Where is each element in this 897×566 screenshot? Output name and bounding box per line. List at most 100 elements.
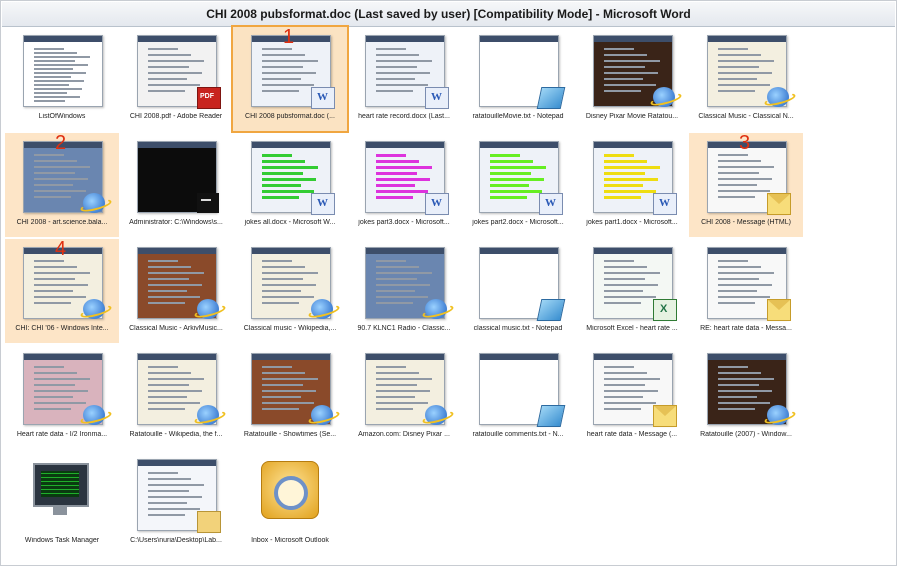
window-thumbnail-tile[interactable]: classical music.txt - Notepad — [461, 239, 575, 343]
window-preview — [23, 35, 103, 107]
window-thumbnail-tile[interactable]: C:\Users\nuria\Desktop\Lab... — [119, 451, 233, 555]
preview-line — [34, 408, 71, 410]
window-thumbnail-tile[interactable]: RE: heart rate data - Messa... — [689, 239, 803, 343]
preview-line — [34, 378, 90, 380]
window-thumbnail-tile[interactable]: jokes all.docx - Microsoft W... — [233, 133, 347, 237]
preview-line — [34, 296, 86, 298]
window-thumbnail-tile[interactable]: Classical music - Wikipedia,... — [233, 239, 347, 343]
window-thumbnail-tile[interactable]: 3 CHI 2008 - Message (HTML) — [689, 133, 803, 237]
preview-line — [148, 514, 185, 516]
window-thumbnail-tile[interactable]: 4 CHI: CHI '06 - Windows Inte... — [5, 239, 119, 343]
window-caption: Heart rate data - I/2 Ironma... — [16, 431, 108, 438]
preview-line — [376, 90, 413, 92]
preview-line — [262, 378, 318, 380]
preview-line — [148, 272, 204, 274]
preview-line — [262, 302, 299, 304]
preview-titlebar — [24, 354, 102, 360]
window-thumbnail-tile[interactable]: 1 CHI 2008 pubsformat.doc (... — [231, 25, 349, 133]
window-caption: jokes part2.docx - Microsoft... — [472, 219, 564, 226]
window-thumbnail-tile[interactable]: Windows Task Manager — [5, 451, 119, 555]
preview-titlebar — [366, 354, 444, 360]
window-thumbnail-tile[interactable]: jokes part3.docx - Microsoft... — [347, 133, 461, 237]
window-thumbnail-tile[interactable]: Classical Music - ArkivMusic... — [119, 239, 233, 343]
preview-line — [604, 378, 660, 380]
window-thumbnail-tile[interactable]: Microsoft Excel - heart rate ... — [575, 239, 689, 343]
preview-line — [604, 296, 656, 298]
preview-line — [376, 166, 432, 169]
window-thumbnail-tile[interactable]: ratatouilleMovie.txt - Notepad — [461, 27, 575, 131]
window-caption: 90.7 KLNC1 Radio - Classic... — [357, 325, 451, 332]
preview-line — [718, 66, 759, 68]
preview-titlebar — [138, 248, 216, 254]
preview-line — [718, 48, 748, 50]
window-thumbnail-tile[interactable]: CHI 2008.pdf - Adobe Reader — [119, 27, 233, 131]
preview-line — [376, 196, 413, 199]
preview-line — [148, 366, 178, 368]
window-caption: heart rate data - Message (... — [586, 431, 678, 438]
preview-titlebar — [366, 36, 444, 42]
window-thumbnail-tile[interactable]: Heart rate data - I/2 Ironma... — [5, 345, 119, 449]
preview-line — [376, 184, 415, 187]
window-title: CHI 2008 pubsformat.doc (Last saved by u… — [2, 2, 895, 27]
preview-line — [262, 408, 299, 410]
preview-line — [376, 72, 430, 74]
preview-line — [376, 266, 419, 268]
ie-icon — [83, 299, 105, 319]
ie-icon — [197, 405, 219, 425]
preview-line — [34, 396, 73, 398]
preview-line — [718, 72, 772, 74]
preview-titlebar — [24, 36, 102, 42]
preview-line — [604, 196, 641, 199]
preview-line — [718, 78, 757, 80]
window-thumbnail-tile[interactable]: Ratatouille (2007) - Window... — [689, 345, 803, 449]
preview-line — [148, 284, 202, 286]
preview-line — [718, 260, 748, 262]
window-thumbnail-tile[interactable]: heart rate data - Message (... — [575, 345, 689, 449]
window-thumbnail-tile[interactable]: 90.7 KLNC1 Radio - Classic... — [347, 239, 461, 343]
preview-line — [34, 284, 88, 286]
preview-line — [718, 284, 772, 286]
word-doc-icon — [539, 193, 563, 215]
window-caption: Classical Music - Classical N... — [698, 113, 794, 120]
preview-line — [604, 290, 643, 292]
window-caption: Windows Task Manager — [24, 537, 100, 544]
preview-line — [718, 402, 770, 404]
window-thumbnail-tile[interactable]: Classical Music - Classical N... — [689, 27, 803, 131]
folder-icon — [197, 511, 221, 533]
preview-titlebar — [594, 36, 672, 42]
window-thumbnail-tile[interactable]: Administrator: C:\Windows\s... — [119, 133, 233, 237]
preview-line — [148, 390, 202, 392]
preview-titlebar — [480, 248, 558, 254]
window-thumbnail-tile[interactable]: Disney Pixar Movie Ratatou... — [575, 27, 689, 131]
word-doc-icon — [311, 193, 335, 215]
window-caption: CHI 2008.pdf - Adobe Reader — [129, 113, 223, 120]
window-thumbnail-tile[interactable]: Amazon.com: Disney Pixar ... — [347, 345, 461, 449]
tile-number-marker: 2 — [55, 132, 67, 154]
preview-line — [34, 366, 64, 368]
window-thumbnail-tile[interactable]: Ratatouille - Showtimes (Se... — [233, 345, 347, 449]
window-thumbnail-tile[interactable]: jokes part2.docx - Microsoft... — [461, 133, 575, 237]
preview-line — [148, 502, 187, 504]
preview-line — [148, 296, 200, 298]
window-thumbnail-tile[interactable]: Ratatouille - Wikipedia, the f... — [119, 345, 233, 449]
preview-line — [34, 290, 73, 292]
preview-line — [262, 290, 301, 292]
preview-titlebar — [708, 248, 786, 254]
preview-line — [604, 66, 645, 68]
preview-line — [718, 172, 759, 174]
preview-line — [376, 384, 417, 386]
preview-line — [718, 90, 755, 92]
window-thumbnail-tile[interactable]: heart rate record.docx (Last... — [347, 27, 461, 131]
preview-line — [262, 184, 301, 187]
window-thumbnail-tile[interactable]: ListOfWindows — [5, 27, 119, 131]
tile-number-marker: 3 — [739, 132, 751, 154]
window-thumbnail-tile[interactable]: Inbox - Microsoft Outlook — [233, 451, 347, 555]
window-thumbnail-tile[interactable]: 2 CHI 2008 - art.science.bala... — [5, 133, 119, 237]
preview-line — [34, 402, 86, 404]
preview-line — [262, 90, 299, 92]
window-thumbnail-tile[interactable]: ratatouille comments.txt - N... — [461, 345, 575, 449]
preview-line — [376, 372, 419, 374]
preview-titlebar — [252, 248, 330, 254]
window-thumbnail-tile[interactable]: jokes part1.docx - Microsoft... — [575, 133, 689, 237]
preview-line — [34, 178, 88, 180]
